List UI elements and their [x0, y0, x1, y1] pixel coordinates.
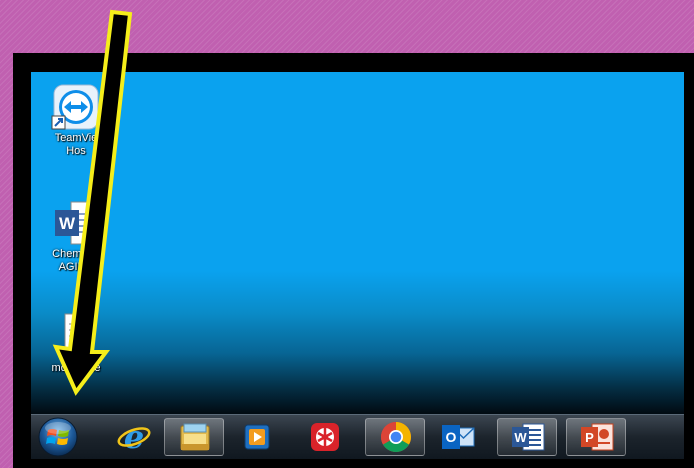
windows-start-orb-icon [38, 417, 78, 457]
taskbar-outlook[interactable]: O [428, 418, 488, 456]
svg-text:W: W [514, 430, 527, 445]
taskbar-internet-explorer[interactable]: e [104, 418, 164, 456]
svg-text:e: e [124, 421, 144, 453]
powerpoint-icon: P [581, 423, 614, 451]
word-icon: W [512, 423, 545, 451]
file-explorer-icon [180, 423, 210, 451]
desktop-icon-label: mdp gerie [51, 362, 101, 374]
svg-text:O: O [446, 429, 457, 445]
taskbar: e O W P [31, 414, 684, 459]
teamviewer-shortcut-icon [51, 84, 99, 130]
desktop-icon-label: TeamVie Hos [54, 132, 98, 157]
desktop-icon-teamviewer[interactable]: TeamVie Hos [41, 82, 111, 158]
chrome-icon [380, 422, 412, 453]
desktop-icon-text-file[interactable]: mdp gerie [41, 312, 111, 375]
taskbar-file-explorer[interactable] [164, 418, 224, 456]
outlook-icon: O [442, 425, 475, 449]
start-button[interactable] [37, 416, 79, 458]
internet-explorer-icon: e [117, 421, 151, 453]
svg-text:W: W [59, 214, 76, 233]
media-player-icon [244, 424, 270, 450]
desktop-icon-word-document[interactable]: W Chemi fer AGIF 0 [41, 198, 111, 274]
taskbar-chrome[interactable] [365, 418, 425, 456]
taskbar-word[interactable]: W [497, 418, 557, 456]
word-document-icon: W [55, 201, 98, 245]
desktop-icon-label: Chemi fer AGIF 0 [52, 248, 100, 273]
text-document-icon [64, 313, 92, 361]
red-app-icon [311, 423, 339, 451]
taskbar-media-player[interactable] [227, 418, 287, 456]
desktop[interactable]: TeamVie Hos W Chemi fer AGIF 0 mdp gerie [31, 72, 684, 415]
svg-text:P: P [585, 430, 594, 445]
taskbar-powerpoint[interactable]: P [566, 418, 626, 456]
taskbar-red-app[interactable] [294, 418, 354, 456]
